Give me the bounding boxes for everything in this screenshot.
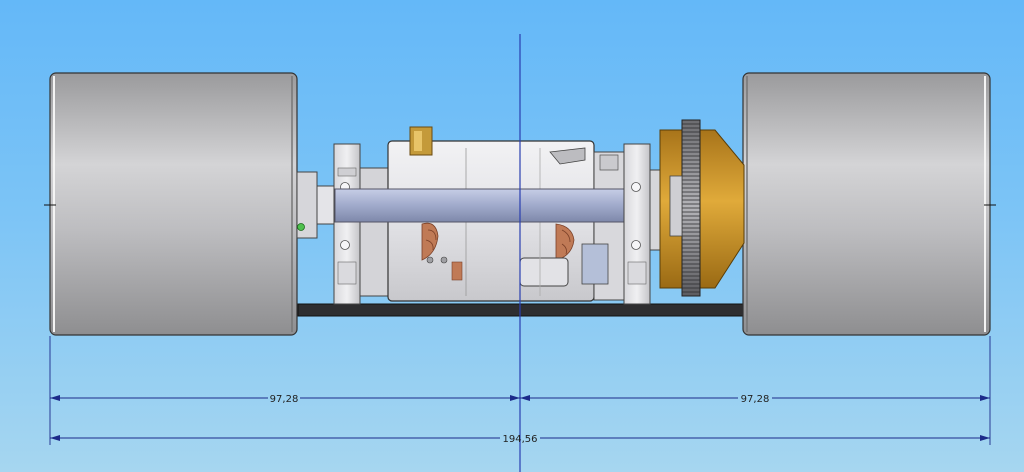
right-wheel xyxy=(742,72,996,336)
dimension-right-half: 97,28 xyxy=(520,394,990,405)
dimension-label-overall: 194,56 xyxy=(503,434,538,445)
right-bracket xyxy=(623,143,651,305)
dimension-label-right: 97,28 xyxy=(741,394,770,405)
left-wheel xyxy=(44,72,298,336)
dimension-overall: 194,56 xyxy=(50,434,990,445)
cad-drawing-canvas: 97,28 97,28 194,56 xyxy=(0,0,1024,472)
assembly-drawing: 97,28 97,28 194,56 xyxy=(44,34,996,472)
right-gear-assembly xyxy=(649,119,745,297)
axle xyxy=(334,188,628,223)
left-hub xyxy=(296,171,336,239)
dimension-left-half: 97,28 xyxy=(50,394,520,405)
set-screw-icon xyxy=(297,223,305,231)
left-bracket xyxy=(333,143,361,305)
dimension-label-left: 97,28 xyxy=(270,394,299,405)
